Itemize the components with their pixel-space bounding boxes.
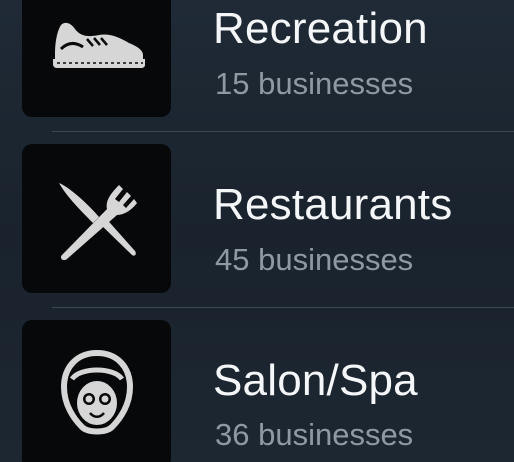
category-tile (22, 0, 171, 117)
spa-face-mask-icon (60, 349, 133, 434)
list-item-restaurants[interactable]: Restaurants 45 businesses (0, 131, 514, 305)
category-tile (22, 320, 171, 462)
category-list: Recreation 15 businesses Restaurants 45 … (0, 0, 514, 462)
fork-knife-icon (58, 182, 137, 260)
category-tile (22, 144, 171, 293)
business-count: 15 businesses (215, 66, 414, 101)
category-title: Restaurants (213, 180, 453, 229)
list-item-salon-spa[interactable]: Salon/Spa 36 businesses (0, 307, 514, 462)
business-count: 36 businesses (215, 417, 414, 452)
shoe-icon (52, 22, 145, 68)
category-title: Salon/Spa (213, 356, 418, 405)
list-item-recreation[interactable]: Recreation 15 businesses (0, 0, 514, 117)
business-count: 45 businesses (215, 242, 414, 277)
category-title: Recreation (213, 4, 428, 53)
